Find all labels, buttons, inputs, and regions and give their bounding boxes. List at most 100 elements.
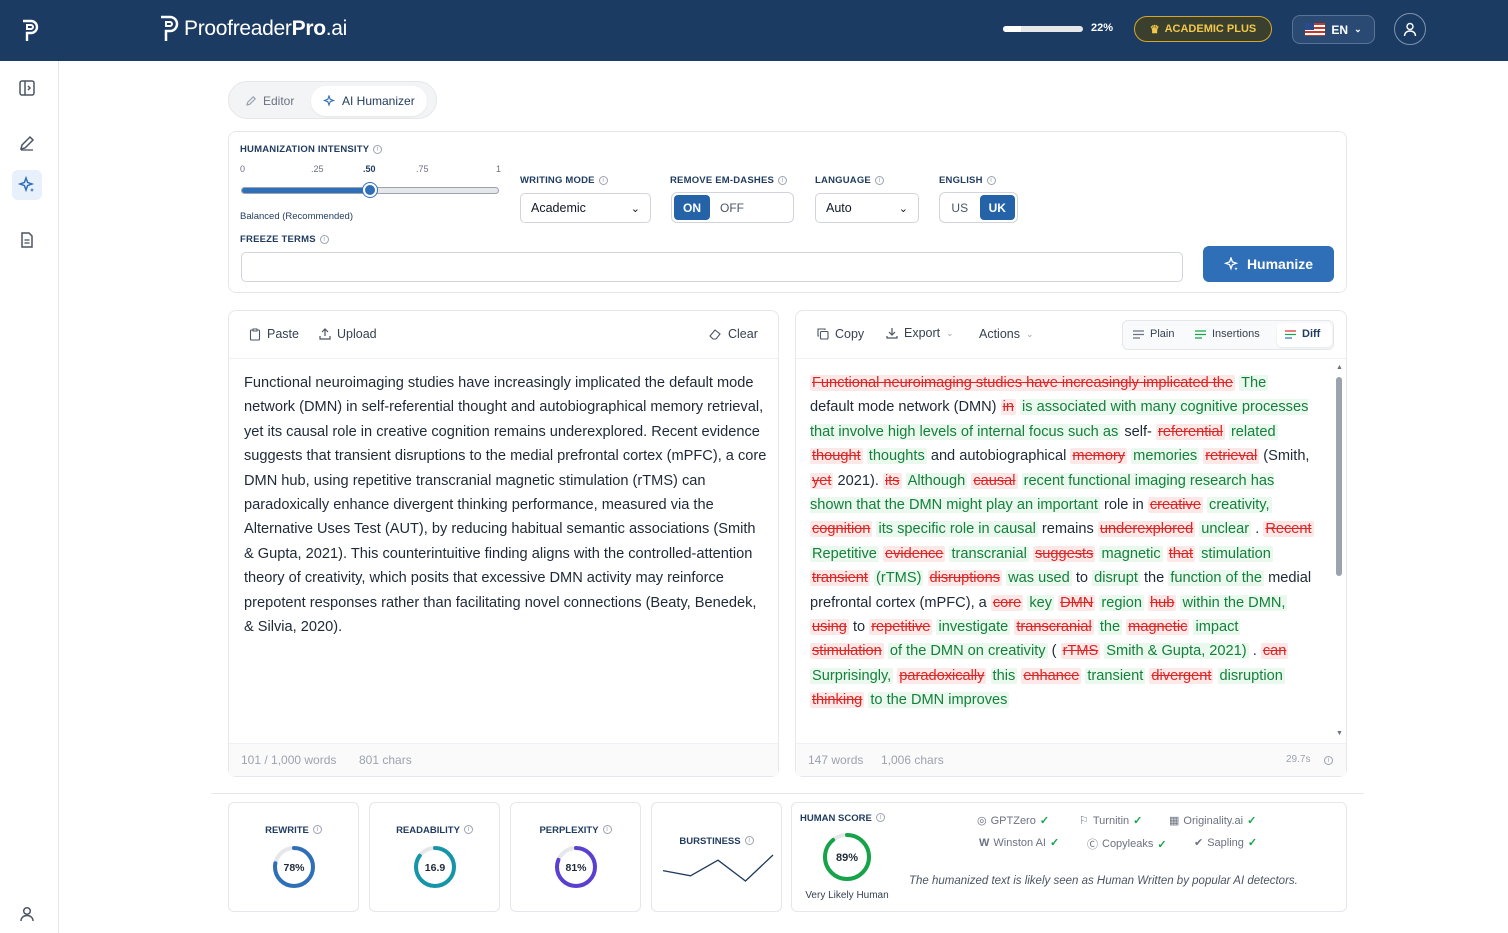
inserted-text[interactable]: Surprisingly, xyxy=(810,667,894,684)
inserted-text[interactable]: Repetitive xyxy=(810,545,879,562)
deleted-text[interactable]: underexplored xyxy=(1097,521,1196,538)
inserted-text[interactable]: related xyxy=(1228,423,1278,440)
info-icon[interactable]: i xyxy=(463,825,473,834)
deleted-text[interactable]: can xyxy=(1260,643,1289,660)
actions-menu[interactable]: Actions ⌄ xyxy=(979,327,1034,341)
pen-icon[interactable] xyxy=(12,128,42,158)
inserted-text[interactable]: memories xyxy=(1131,448,1200,465)
info-icon[interactable]: i xyxy=(312,825,322,834)
deleted-text[interactable]: divergent xyxy=(1149,667,1214,684)
deleted-text[interactable]: yet xyxy=(810,472,834,489)
deleted-text[interactable]: creative xyxy=(1147,497,1203,514)
inserted-text[interactable]: Smith & Gupta, 2021) xyxy=(1104,643,1249,660)
inserted-text[interactable]: region xyxy=(1099,594,1144,611)
deleted-text[interactable]: repetitive xyxy=(869,619,933,636)
paste-button[interactable]: Paste xyxy=(249,327,299,341)
export-button[interactable]: Export ⌄ xyxy=(886,326,954,340)
info-icon[interactable]: i xyxy=(602,825,612,834)
info-icon[interactable]: i xyxy=(875,813,885,822)
english-us-button[interactable]: US xyxy=(942,195,978,220)
inserted-text[interactable]: to the DMN improves xyxy=(868,692,1010,709)
freeze-terms-input[interactable] xyxy=(241,252,1183,282)
deleted-text[interactable]: cognition xyxy=(810,521,873,538)
inserted-text[interactable]: transcranial xyxy=(949,545,1029,562)
inserted-text[interactable]: investigate xyxy=(936,619,1011,636)
language-selector[interactable]: EN ⌄ xyxy=(1292,15,1375,44)
inserted-text[interactable]: magnetic xyxy=(1099,545,1163,562)
deleted-text[interactable]: in xyxy=(1000,399,1016,416)
info-icon[interactable]: i xyxy=(744,836,754,845)
clear-button[interactable]: Clear xyxy=(709,327,758,341)
tab-editor[interactable]: Editor xyxy=(233,86,306,116)
deleted-text[interactable]: causal xyxy=(971,472,1018,489)
deleted-text[interactable]: rTMS xyxy=(1060,643,1101,660)
language-select[interactable]: Auto ⌄ xyxy=(815,193,919,223)
view-plain-button[interactable]: Plain xyxy=(1133,328,1174,340)
inserted-text[interactable]: recent functional imaging research has s… xyxy=(810,472,1275,514)
app-logo-icon[interactable] xyxy=(0,0,59,61)
view-diff-button[interactable]: Diff xyxy=(1277,323,1332,347)
info-icon[interactable]: i xyxy=(778,176,788,185)
scroll-up-icon[interactable]: ▲ xyxy=(1336,364,1343,371)
deleted-text[interactable]: Functional neuroimaging studies have inc… xyxy=(810,375,1236,391)
inserted-text[interactable]: key xyxy=(1027,594,1055,611)
inserted-text[interactable]: (rTMS) xyxy=(874,570,924,587)
inserted-text[interactable]: creativity, xyxy=(1207,497,1272,514)
deleted-text[interactable]: hub xyxy=(1148,594,1177,611)
inserted-text[interactable]: transient xyxy=(1085,667,1146,684)
info-icon[interactable]: i xyxy=(319,235,329,244)
inserted-text[interactable]: thoughts xyxy=(866,448,927,465)
account-icon[interactable] xyxy=(12,899,42,929)
deleted-text[interactable]: memory xyxy=(1070,448,1128,465)
humanize-button[interactable]: Humanize xyxy=(1203,246,1334,282)
tab-ai-humanizer[interactable]: AI Humanizer xyxy=(311,86,427,116)
deleted-text[interactable]: thinking xyxy=(810,692,865,709)
deleted-text[interactable]: referential xyxy=(1155,423,1225,440)
deleted-text[interactable]: DMN xyxy=(1058,594,1096,611)
deleted-text[interactable]: its xyxy=(882,472,902,489)
inserted-text[interactable]: unclear xyxy=(1199,521,1252,538)
plan-badge[interactable]: ♛ ACADEMIC PLUS xyxy=(1134,16,1272,42)
deleted-text[interactable]: transcranial xyxy=(1014,619,1094,636)
deleted-text[interactable]: evidence xyxy=(882,545,946,562)
deleted-text[interactable]: core xyxy=(990,594,1024,611)
deleted-text[interactable]: paradoxically xyxy=(897,667,987,684)
document-icon[interactable] xyxy=(12,225,42,255)
deleted-text[interactable]: magnetic xyxy=(1126,619,1190,636)
copy-button[interactable]: Copy xyxy=(817,327,864,341)
scroll-down-icon[interactable]: ▼ xyxy=(1336,730,1343,737)
inserted-text[interactable]: The xyxy=(1239,375,1269,391)
deleted-text[interactable]: disruptions xyxy=(927,570,1003,587)
writing-mode-select[interactable]: Academic ⌄ xyxy=(520,193,651,223)
inserted-text[interactable]: the xyxy=(1097,619,1123,636)
deleted-text[interactable]: stimulation xyxy=(810,643,884,660)
intensity-slider-thumb[interactable] xyxy=(363,183,377,197)
output-scrollbar[interactable]: ▲ ▼ xyxy=(1335,364,1343,740)
inserted-text[interactable]: function of the xyxy=(1168,570,1265,587)
user-avatar-icon[interactable] xyxy=(1394,13,1426,45)
deleted-text[interactable]: retrieval xyxy=(1203,448,1260,465)
deleted-text[interactable]: Recent xyxy=(1263,521,1314,538)
inserted-text[interactable]: this xyxy=(990,667,1018,684)
english-uk-button[interactable]: UK xyxy=(979,195,1015,220)
inserted-text[interactable]: disrupt xyxy=(1092,570,1140,587)
sparkle-icon[interactable] xyxy=(12,170,42,200)
em-dashes-off-button[interactable]: OFF xyxy=(712,195,752,220)
inserted-text[interactable]: was used xyxy=(1006,570,1072,587)
scroll-thumb[interactable] xyxy=(1336,377,1342,576)
info-icon[interactable]: i xyxy=(1324,756,1333,765)
inserted-text[interactable]: of the DMN on creativity xyxy=(887,643,1048,660)
inserted-text[interactable]: stimulation xyxy=(1199,545,1273,562)
toggle-sidebar-icon[interactable] xyxy=(12,73,42,103)
info-icon[interactable]: i xyxy=(986,176,996,185)
em-dashes-on-button[interactable]: ON xyxy=(674,195,710,220)
inserted-text[interactable]: its specific role in causal xyxy=(876,521,1038,538)
deleted-text[interactable]: enhance xyxy=(1021,667,1082,684)
deleted-text[interactable]: thought xyxy=(810,448,863,465)
deleted-text[interactable]: transient xyxy=(810,570,870,587)
upload-button[interactable]: Upload xyxy=(319,327,377,341)
info-icon[interactable]: i xyxy=(373,145,383,154)
inserted-text[interactable]: within the DMN, xyxy=(1180,594,1288,611)
deleted-text[interactable]: suggests xyxy=(1032,545,1096,562)
inserted-text[interactable]: Although xyxy=(905,472,968,489)
